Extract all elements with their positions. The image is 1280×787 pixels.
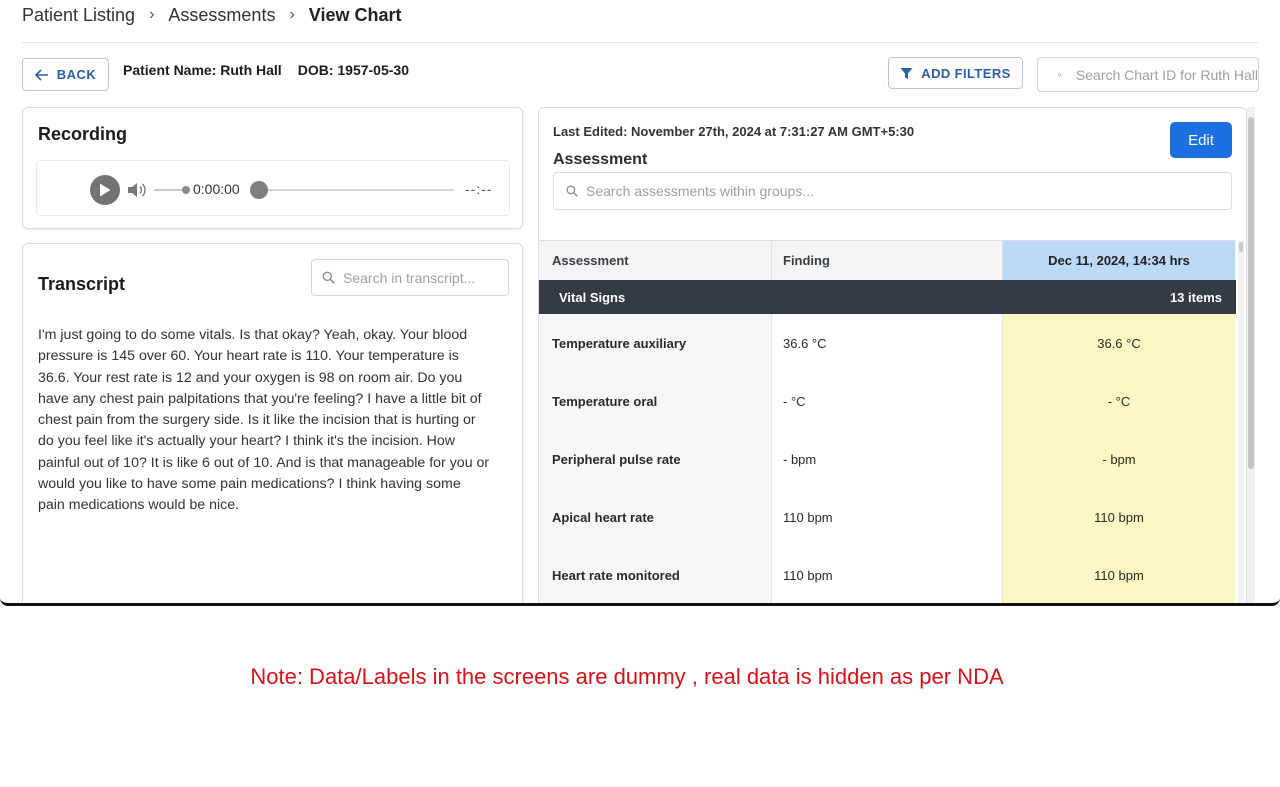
- breadcrumb: Patient Listing › Assessments › View Cha…: [22, 4, 401, 26]
- breadcrumb-view-chart: View Chart: [308, 4, 402, 25]
- transcript-card: Transcript Search in transcript... I'm j…: [22, 243, 523, 603]
- volume-slider-track[interactable]: [154, 189, 184, 191]
- patient-info: Patient Name: Ruth Hall DOB: 1957-05-30: [123, 62, 409, 78]
- chevron-right-icon: ›: [149, 6, 155, 23]
- table-row[interactable]: Temperature auxiliary 36.6 °C 36.6 °C: [539, 314, 1236, 372]
- table-row[interactable]: Heart rate monitored 110 bpm 110 bpm: [539, 546, 1236, 603]
- arrow-left-icon: [34, 68, 48, 81]
- transcript-search-input[interactable]: Search in transcript...: [311, 259, 509, 296]
- breadcrumb-patient-listing[interactable]: Patient Listing: [22, 5, 135, 26]
- back-label: BACK: [56, 67, 97, 82]
- play-icon: [100, 183, 111, 197]
- table-scrollbar-thumb[interactable]: [1239, 242, 1243, 252]
- table-body: Temperature auxiliary 36.6 °C 36.6 °C Te…: [539, 314, 1236, 603]
- volume-slider-handle[interactable]: [182, 186, 190, 194]
- page-scrollbar[interactable]: [1247, 107, 1255, 603]
- value-cell[interactable]: 110 bpm: [1003, 546, 1235, 603]
- page-scrollbar-thumb[interactable]: [1248, 117, 1254, 469]
- recording-title: Recording: [38, 124, 128, 144]
- recording-card: Recording 0:00:00 --:--: [22, 107, 523, 229]
- group-count: 13 items: [1169, 289, 1222, 305]
- value-cell[interactable]: - bpm: [1003, 430, 1235, 488]
- seek-handle[interactable]: [250, 181, 268, 199]
- chart-search-placeholder: Search Chart ID for Ruth Hall: [1075, 66, 1258, 83]
- play-button[interactable]: [90, 175, 120, 205]
- chart-search-input[interactable]: Search Chart ID for Ruth Hall: [1037, 57, 1259, 92]
- finding-cell: 110 bpm: [772, 546, 1003, 603]
- transcript-title: Transcript: [38, 274, 126, 294]
- chevron-right-icon: ›: [289, 6, 295, 23]
- finding-cell: - bpm: [772, 430, 1003, 488]
- column-header-assessment[interactable]: Assessment: [539, 241, 772, 280]
- app-window: Patient Listing › Assessments › View Cha…: [0, 0, 1280, 606]
- table-row[interactable]: Peripheral pulse rate - bpm - bpm: [539, 430, 1236, 488]
- total-time: --:--: [465, 181, 493, 197]
- assessment-cell: Apical heart rate: [539, 488, 772, 546]
- value-cell[interactable]: - °C: [1003, 372, 1235, 430]
- assessment-cell: Temperature auxiliary: [539, 314, 772, 372]
- add-filters-label: ADD FILTERS: [921, 65, 1011, 81]
- assessment-search-input[interactable]: Search assessments within groups...: [553, 172, 1232, 210]
- breadcrumb-assessments[interactable]: Assessments: [168, 5, 275, 26]
- finding-cell: - °C: [772, 372, 1003, 430]
- audio-player: 0:00:00 --:--: [36, 160, 510, 216]
- volume-icon[interactable]: [126, 179, 148, 201]
- transcript-text: I'm just going to do some vitals. Is tha…: [38, 327, 490, 514]
- search-icon: [322, 271, 335, 284]
- search-icon: [566, 185, 578, 197]
- seek-track[interactable]: [268, 189, 454, 191]
- finding-cell: 110 bpm: [772, 488, 1003, 546]
- table-row[interactable]: Temperature oral - °C - °C: [539, 372, 1236, 430]
- search-icon: [1058, 72, 1062, 77]
- value-cell[interactable]: 36.6 °C: [1003, 314, 1235, 372]
- group-header-vital-signs[interactable]: Vital Signs 13 items: [539, 280, 1236, 314]
- nda-note: Note: Data/Labels in the screens are dum…: [250, 664, 1004, 689]
- assessment-title: Assessment: [553, 151, 648, 168]
- table-header: Assessment Finding Dec 11, 2024, 14:34 h…: [539, 241, 1236, 280]
- add-filters-button[interactable]: ADD FILTERS: [888, 57, 1023, 89]
- table-row[interactable]: Apical heart rate 110 bpm 110 bpm: [539, 488, 1236, 546]
- assessment-panel: Last Edited: November 27th, 2024 at 7:31…: [538, 107, 1247, 603]
- divider: [22, 42, 1258, 43]
- edit-button[interactable]: Edit: [1170, 122, 1232, 158]
- column-header-finding[interactable]: Finding: [772, 241, 1003, 280]
- last-edited: Last Edited: November 27th, 2024 at 7:31…: [553, 124, 915, 139]
- patient-dob: DOB: 1957-05-30: [297, 62, 409, 78]
- assessment-search-placeholder: Search assessments within groups...: [586, 183, 814, 199]
- group-name: Vital Signs: [559, 289, 626, 305]
- patient-name: Patient Name: Ruth Hall: [123, 62, 282, 78]
- back-button[interactable]: BACK: [22, 58, 109, 91]
- assessment-cell: Heart rate monitored: [539, 546, 772, 603]
- filter-icon: [900, 67, 913, 79]
- transcript-search-placeholder: Search in transcript...: [343, 269, 476, 286]
- table-scrollbar[interactable]: [1238, 240, 1244, 603]
- assessment-table: Assessment Finding Dec 11, 2024, 14:34 h…: [539, 240, 1236, 603]
- value-cell[interactable]: 110 bpm: [1003, 488, 1235, 546]
- finding-cell: 36.6 °C: [772, 314, 1003, 372]
- assessment-cell: Peripheral pulse rate: [539, 430, 772, 488]
- assessment-cell: Temperature oral: [539, 372, 772, 430]
- column-header-date[interactable]: Dec 11, 2024, 14:34 hrs: [1003, 241, 1235, 280]
- current-time: 0:00:00: [193, 181, 240, 197]
